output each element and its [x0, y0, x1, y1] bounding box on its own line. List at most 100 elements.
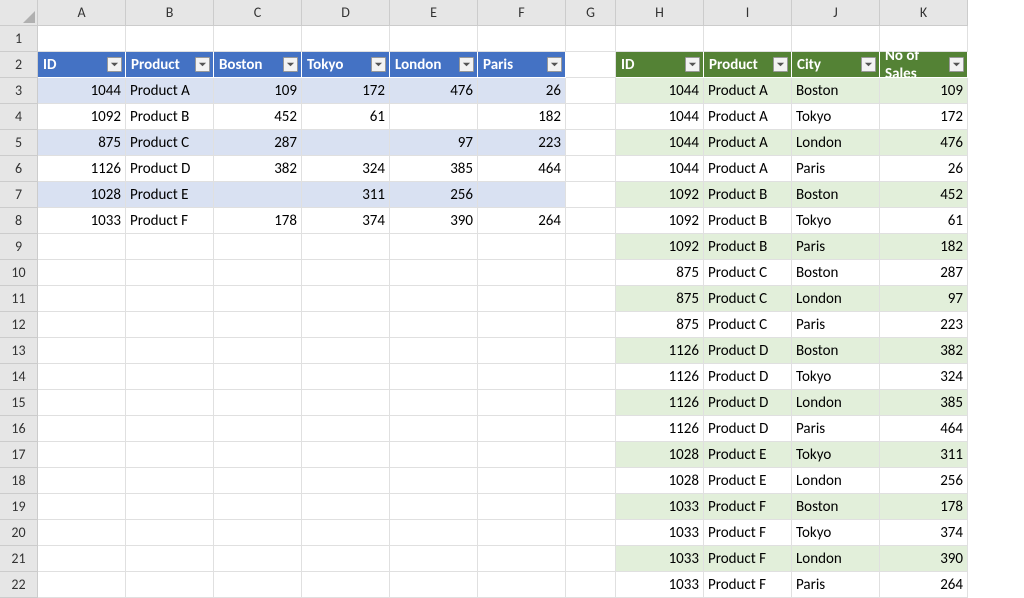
- empty-cell[interactable]: [214, 338, 302, 364]
- data-cell[interactable]: Boston: [792, 182, 880, 208]
- empty-cell[interactable]: [616, 26, 704, 52]
- empty-cell[interactable]: [302, 234, 390, 260]
- data-cell[interactable]: 1033: [616, 520, 704, 546]
- row-header-1[interactable]: 1: [0, 26, 38, 52]
- data-cell[interactable]: Product F: [704, 520, 792, 546]
- empty-cell[interactable]: [478, 312, 566, 338]
- data-cell[interactable]: 476: [880, 130, 968, 156]
- data-cell[interactable]: Tokyo: [792, 364, 880, 390]
- data-cell[interactable]: Product C: [704, 260, 792, 286]
- empty-cell[interactable]: [566, 182, 616, 208]
- empty-cell[interactable]: [214, 572, 302, 598]
- empty-cell[interactable]: [390, 338, 478, 364]
- data-cell[interactable]: 97: [880, 286, 968, 312]
- table-header[interactable]: London: [390, 52, 478, 78]
- data-cell[interactable]: 1092: [38, 104, 126, 130]
- row-header-12[interactable]: 12: [0, 312, 38, 338]
- table-header[interactable]: Boston: [214, 52, 302, 78]
- data-cell[interactable]: 1028: [38, 182, 126, 208]
- row-header-16[interactable]: 16: [0, 416, 38, 442]
- empty-cell[interactable]: [38, 260, 126, 286]
- data-cell[interactable]: Product A: [704, 104, 792, 130]
- empty-cell[interactable]: [302, 390, 390, 416]
- empty-cell[interactable]: [214, 546, 302, 572]
- data-cell[interactable]: 875: [616, 286, 704, 312]
- data-cell[interactable]: 311: [880, 442, 968, 468]
- table-header[interactable]: City: [792, 52, 880, 78]
- data-cell[interactable]: 476: [390, 78, 478, 104]
- column-header-B[interactable]: B: [126, 0, 214, 26]
- empty-cell[interactable]: [390, 572, 478, 598]
- row-header-17[interactable]: 17: [0, 442, 38, 468]
- empty-cell[interactable]: [126, 234, 214, 260]
- data-cell[interactable]: Product B: [704, 208, 792, 234]
- data-cell[interactable]: 178: [214, 208, 302, 234]
- empty-cell[interactable]: [302, 364, 390, 390]
- row-header-21[interactable]: 21: [0, 546, 38, 572]
- row-header-3[interactable]: 3: [0, 78, 38, 104]
- empty-cell[interactable]: [214, 390, 302, 416]
- row-header-7[interactable]: 7: [0, 182, 38, 208]
- empty-cell[interactable]: [302, 442, 390, 468]
- data-cell[interactable]: Boston: [792, 494, 880, 520]
- filter-dropdown-icon[interactable]: [371, 57, 386, 72]
- data-cell[interactable]: London: [792, 390, 880, 416]
- data-cell[interactable]: 324: [880, 364, 968, 390]
- empty-cell[interactable]: [126, 416, 214, 442]
- empty-cell[interactable]: [390, 312, 478, 338]
- row-header-8[interactable]: 8: [0, 208, 38, 234]
- data-cell[interactable]: [478, 182, 566, 208]
- data-cell[interactable]: 1033: [38, 208, 126, 234]
- data-cell[interactable]: Product F: [704, 494, 792, 520]
- data-cell[interactable]: 1044: [616, 78, 704, 104]
- empty-cell[interactable]: [302, 546, 390, 572]
- data-cell[interactable]: 464: [880, 416, 968, 442]
- data-cell[interactable]: Tokyo: [792, 442, 880, 468]
- empty-cell[interactable]: [390, 442, 478, 468]
- empty-cell[interactable]: [126, 546, 214, 572]
- empty-cell[interactable]: [126, 260, 214, 286]
- row-header-19[interactable]: 19: [0, 494, 38, 520]
- data-cell[interactable]: Product F: [704, 572, 792, 598]
- data-cell[interactable]: 1044: [38, 78, 126, 104]
- table-header[interactable]: Paris: [478, 52, 566, 78]
- empty-cell[interactable]: [126, 364, 214, 390]
- empty-cell[interactable]: [390, 494, 478, 520]
- empty-cell[interactable]: [214, 260, 302, 286]
- empty-cell[interactable]: [126, 286, 214, 312]
- data-cell[interactable]: Product D: [704, 338, 792, 364]
- column-header-K[interactable]: K: [880, 0, 968, 26]
- data-cell[interactable]: London: [792, 130, 880, 156]
- column-header-I[interactable]: I: [704, 0, 792, 26]
- row-header-15[interactable]: 15: [0, 390, 38, 416]
- data-cell[interactable]: 256: [880, 468, 968, 494]
- data-cell[interactable]: Product D: [704, 390, 792, 416]
- data-cell[interactable]: Paris: [792, 416, 880, 442]
- row-header-4[interactable]: 4: [0, 104, 38, 130]
- empty-cell[interactable]: [478, 234, 566, 260]
- empty-cell[interactable]: [390, 468, 478, 494]
- data-cell[interactable]: 26: [478, 78, 566, 104]
- empty-cell[interactable]: [792, 26, 880, 52]
- data-cell[interactable]: 1028: [616, 442, 704, 468]
- empty-cell[interactable]: [566, 364, 616, 390]
- empty-cell[interactable]: [566, 546, 616, 572]
- column-header-E[interactable]: E: [390, 0, 478, 26]
- data-cell[interactable]: 172: [302, 78, 390, 104]
- empty-cell[interactable]: [566, 52, 616, 78]
- empty-cell[interactable]: [302, 468, 390, 494]
- empty-cell[interactable]: [214, 364, 302, 390]
- data-cell[interactable]: Paris: [792, 312, 880, 338]
- empty-cell[interactable]: [566, 104, 616, 130]
- data-cell[interactable]: 1033: [616, 494, 704, 520]
- empty-cell[interactable]: [38, 494, 126, 520]
- empty-cell[interactable]: [566, 390, 616, 416]
- empty-cell[interactable]: [126, 312, 214, 338]
- empty-cell[interactable]: [38, 520, 126, 546]
- data-cell[interactable]: Product C: [704, 312, 792, 338]
- empty-cell[interactable]: [214, 468, 302, 494]
- row-header-2[interactable]: 2: [0, 52, 38, 78]
- filter-dropdown-icon[interactable]: [547, 57, 562, 72]
- empty-cell[interactable]: [478, 390, 566, 416]
- data-cell[interactable]: Product C: [704, 286, 792, 312]
